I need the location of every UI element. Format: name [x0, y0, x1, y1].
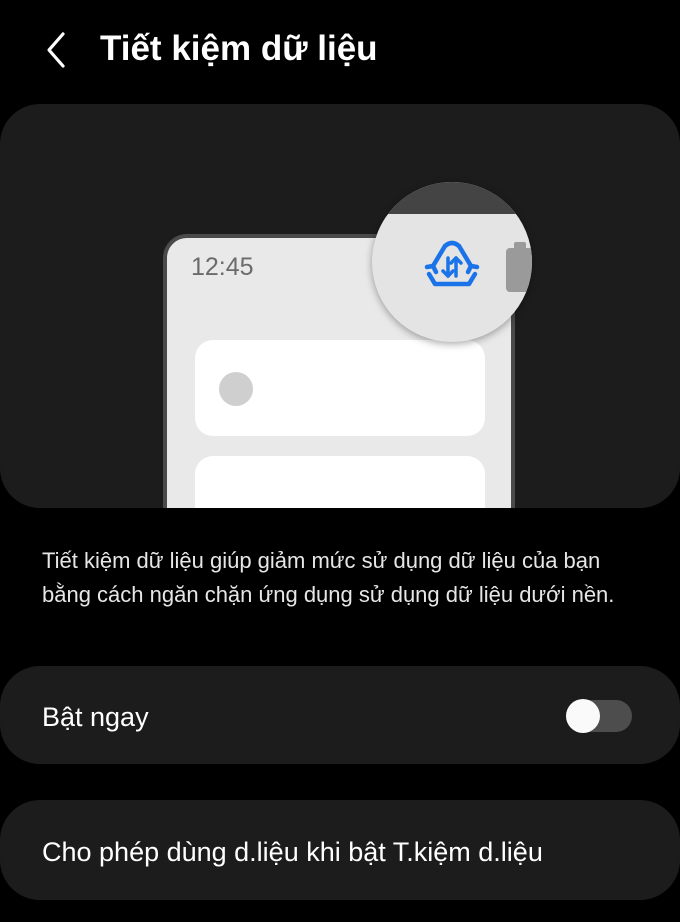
chevron-left-icon: [47, 32, 65, 68]
allow-data-usage-label: Cho phép dùng d.liệu khi bật T.kiệm d.li…: [42, 837, 543, 867]
description-text: Tiết kiệm dữ liệu giúp giảm mức sử dụng …: [42, 548, 615, 607]
toggle-knob: [566, 699, 600, 733]
app-bar: Tiết kiệm dữ liệu: [0, 0, 680, 100]
battery-icon: [506, 248, 532, 292]
back-button[interactable]: [32, 24, 80, 76]
data-saver-icon: [424, 240, 480, 287]
turn-on-now-label: Bật ngay: [42, 702, 149, 732]
page-title: Tiết kiệm dữ liệu: [100, 29, 378, 68]
illustration-card: 12:45: [0, 104, 680, 508]
allow-data-usage-row[interactable]: Cho phép dùng d.liệu khi bật T.kiệm d.li…: [0, 800, 680, 900]
status-bar-strip: [372, 182, 532, 214]
turn-on-now-row[interactable]: Bật ngay: [0, 666, 680, 764]
status-bar-magnifier: [372, 182, 532, 342]
data-saver-toggle[interactable]: [566, 699, 632, 733]
avatar: [219, 372, 253, 406]
notification-card: [195, 340, 485, 436]
phone-time: 12:45: [191, 253, 254, 281]
notification-card: [195, 456, 485, 508]
